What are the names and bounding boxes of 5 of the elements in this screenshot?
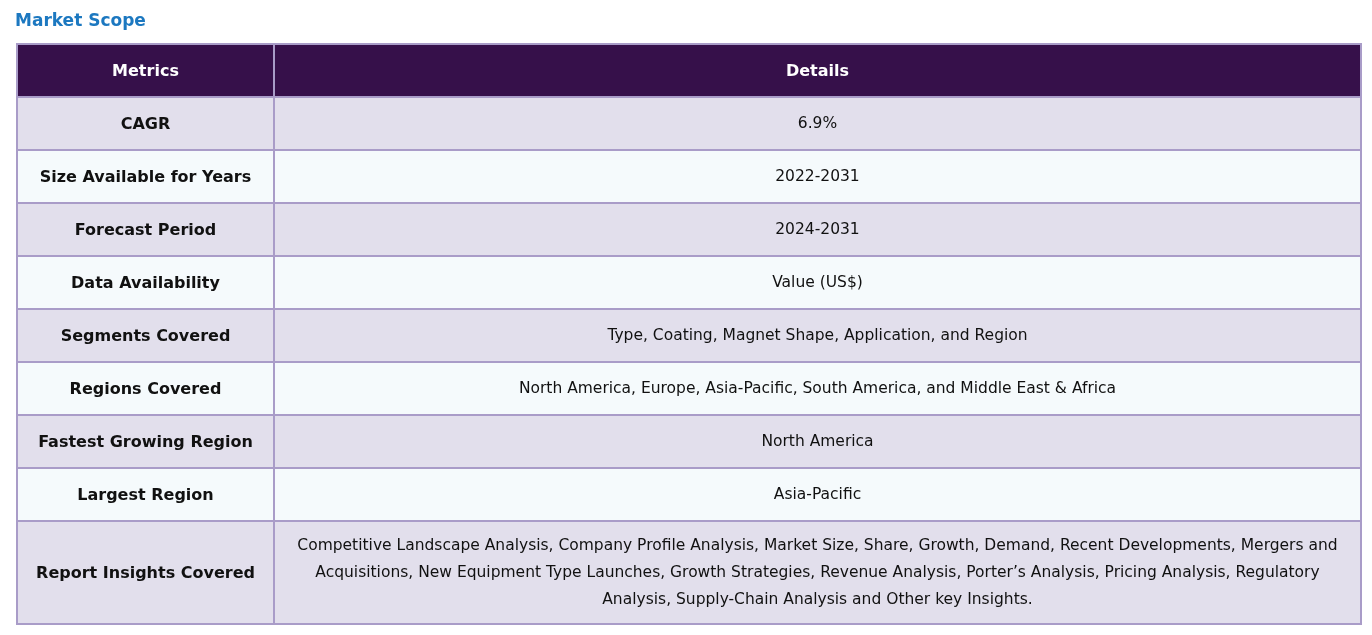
table-cell: Competitive Landscape Analysis, Company Profile Analysis, Market Size, Share, Growth, Demand, Recent Developments, Mergers and Acquisitions, New Equipment Type Launches, Growth Strategies, Revenue Analysis, Porter’s Analysis, Pricing Analysis, Regulatory Analysis, Supply-Chain Analysis and Other key Insights. (274, 521, 1361, 624)
column-header: Details (274, 44, 1361, 97)
section-title: Market Scope (15, 9, 147, 32)
column-header: Metrics (17, 44, 274, 97)
table-cell: Report Insights Covered (17, 521, 274, 624)
